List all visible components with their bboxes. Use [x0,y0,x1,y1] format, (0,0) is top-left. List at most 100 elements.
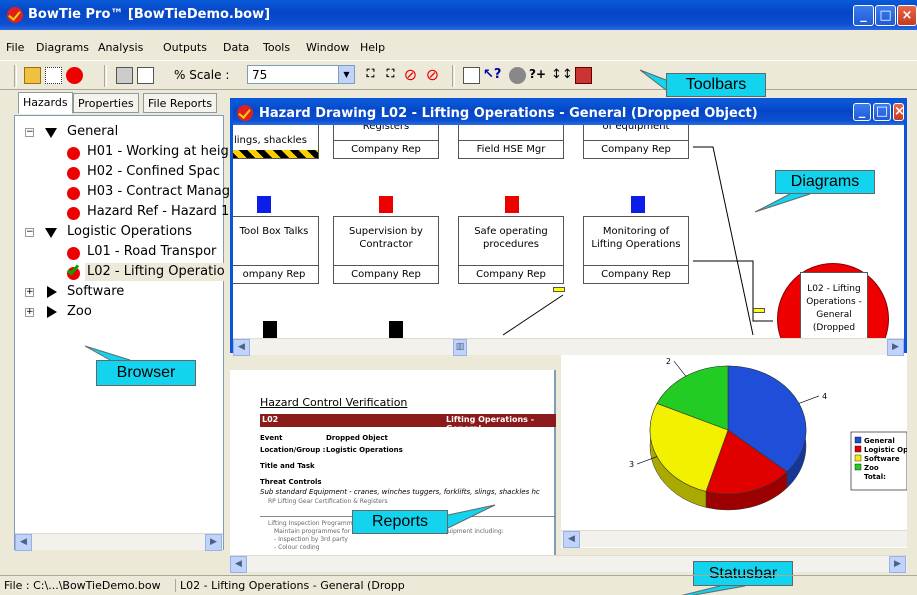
menu-data[interactable]: Data [223,41,249,54]
barrier-box[interactable]: Registers Company Rep [333,125,439,159]
org-chart-icon[interactable] [463,67,480,84]
hazard-icon [67,147,80,160]
bowtie-logo-icon [7,7,23,23]
connector-handle[interactable] [753,308,765,313]
scroll-left-icon[interactable]: ◀ [230,556,247,573]
category-icon [45,128,57,138]
menu-window[interactable]: Window [306,41,349,54]
maximize-button[interactable]: □ [875,5,896,26]
scroll-right-icon[interactable]: ▶ [889,556,906,573]
collapse-logistic-icon[interactable]: − [25,228,34,237]
scroll-left-icon[interactable]: ◀ [15,534,32,551]
scroll-right-icon[interactable]: ▶ [887,339,904,356]
effectiveness-marker [389,321,403,338]
no-entry-all-icon[interactable]: ⊘ [424,67,441,84]
legend-label: Zoo [864,464,879,472]
menu-tools[interactable]: Tools [263,41,290,54]
effectiveness-marker [257,196,271,213]
no-entry-icon[interactable]: ⊘ [402,67,419,84]
barrier-box[interactable]: Supervision by Contractor Company Rep [333,216,439,284]
barrier-box[interactable]: of equipment Company Rep [583,125,689,159]
diagram-canvas: lings, shackles Registers Company Rep Fi… [233,125,904,338]
scroll-left-icon[interactable]: ◀ [233,339,250,356]
scroll-thumb[interactable]: ▥ [453,339,467,356]
tree-item-general[interactable]: General [67,124,118,139]
tree-item-h01[interactable]: H01 - Working at heig [87,144,229,159]
menu-analysis[interactable]: Analysis [98,41,143,54]
legend-label: General [864,437,895,445]
red-circle-icon[interactable] [66,67,83,84]
menu-file[interactable]: File [6,41,24,54]
barrier-box[interactable]: Tool Box Talks ompany Rep [233,216,319,284]
menu-bar: File Diagrams Analysis Outputs Data Tool… [0,38,917,58]
menu-outputs[interactable]: Outputs [163,41,207,54]
legend-swatch [854,445,862,453]
palette-icon[interactable] [509,67,526,84]
browser-scrollbar[interactable]: ◀ ▶ [15,533,223,551]
barrier-box[interactable]: Field HSE Mgr [458,125,564,159]
tree-item-logistic[interactable]: Logistic Operations [67,224,192,239]
tab-hazards[interactable]: Hazards [18,92,73,114]
tab-file-reports[interactable]: File Reports [143,93,218,113]
print-icon[interactable] [116,67,133,84]
status-bar: File : C:\...\BowTieDemo.bow L02 - Lifti… [0,575,917,595]
hazard-maximize-button[interactable]: □ [873,103,891,121]
tree-item-software[interactable]: Software [67,284,124,299]
expand-icon[interactable]: ⛶ [362,67,379,84]
hazard-window-title: Hazard Drawing L02 - Lifting Operations … [259,106,758,121]
tab-properties[interactable]: Properties [73,93,139,113]
expand-software-icon[interactable]: + [25,288,34,297]
tree-item-zoo[interactable]: Zoo [67,304,92,319]
callout-diagrams: Diagrams [775,170,875,194]
question-plus-icon[interactable]: ?+ [529,67,546,84]
tree-view-icon[interactable] [45,67,62,84]
help-cursor-icon[interactable]: ↖? [483,67,501,84]
hazard-icon [67,207,80,220]
effectiveness-marker [505,196,519,213]
hazard-icon [67,167,80,180]
tree-item-l02[interactable]: L02 - Lifting Operatio [87,264,225,279]
legend-label: Logistic Op [864,446,907,454]
hazard-close-button[interactable]: × [893,103,905,121]
expand-zoo-icon[interactable]: + [25,308,34,317]
tree-item-h03[interactable]: H03 - Contract Manag [87,184,230,199]
tree-item-l01[interactable]: L01 - Road Transpor [87,244,216,259]
scale-combo[interactable]: 75 ▼ [247,65,355,84]
chevron-down-icon[interactable]: ▼ [338,66,354,83]
barrier-box[interactable]: lings, shackles [233,125,319,159]
category-icon [45,228,57,238]
menu-help[interactable]: Help [360,41,385,54]
tree-item-h02[interactable]: H02 - Confined Spac [87,164,220,179]
hazard-window-title-bar: Hazard Drawing L02 - Lifting Operations … [233,101,905,125]
callout-reports: Reports [352,510,448,534]
app-title-bar: BowTie Pro™ [BowTieDemo.bow] _ □ × [0,0,917,30]
close-button[interactable]: × [897,5,917,26]
report-band: L02 Lifting Operations - General [260,414,556,433]
toolbar: % Scale : ⛶ ⛶ ⊘ ⊘ ↖? ?+ ↕↕ [0,60,917,90]
barrier-box[interactable]: Safe operating procedures Company Rep [458,216,564,284]
open-folder-icon[interactable] [24,67,41,84]
resize-vertical-icon[interactable]: ↕↕ [551,67,573,84]
data-label-leader [673,360,687,377]
category-icon [47,286,57,298]
top-event-label: L02 - Lifting Operations - General (Drop… [800,272,868,338]
report-scrollbar[interactable]: ◀ ▶ [230,555,907,573]
minimize-button[interactable]: _ [853,5,874,26]
report-icon[interactable] [575,67,592,84]
legend-swatch [854,436,862,444]
scroll-right-icon[interactable]: ▶ [205,534,222,551]
collapse-general-icon[interactable]: − [25,128,34,137]
menu-diagrams[interactable]: Diagrams [36,41,89,54]
diagram-scrollbar[interactable]: ◀ ▥ ▶ [233,338,904,356]
tree-item-hazard-ref[interactable]: Hazard Ref - Hazard 1 [87,204,229,219]
hazard-minimize-button[interactable]: _ [853,103,871,121]
connector-handle[interactable] [553,287,565,292]
app-title: BowTie Pro™ [BowTieDemo.bow] [28,7,271,22]
barrier-box[interactable]: Monitoring of Lifting Operations Company… [583,216,689,284]
print-preview-icon[interactable] [137,67,154,84]
data-label-leader [798,395,820,404]
collapse-icon[interactable]: ⛶ [382,67,399,84]
scroll-left-icon[interactable]: ◀ [563,531,580,548]
chart-scrollbar[interactable]: ◀ [561,530,907,548]
scale-value: 75 [252,68,268,82]
